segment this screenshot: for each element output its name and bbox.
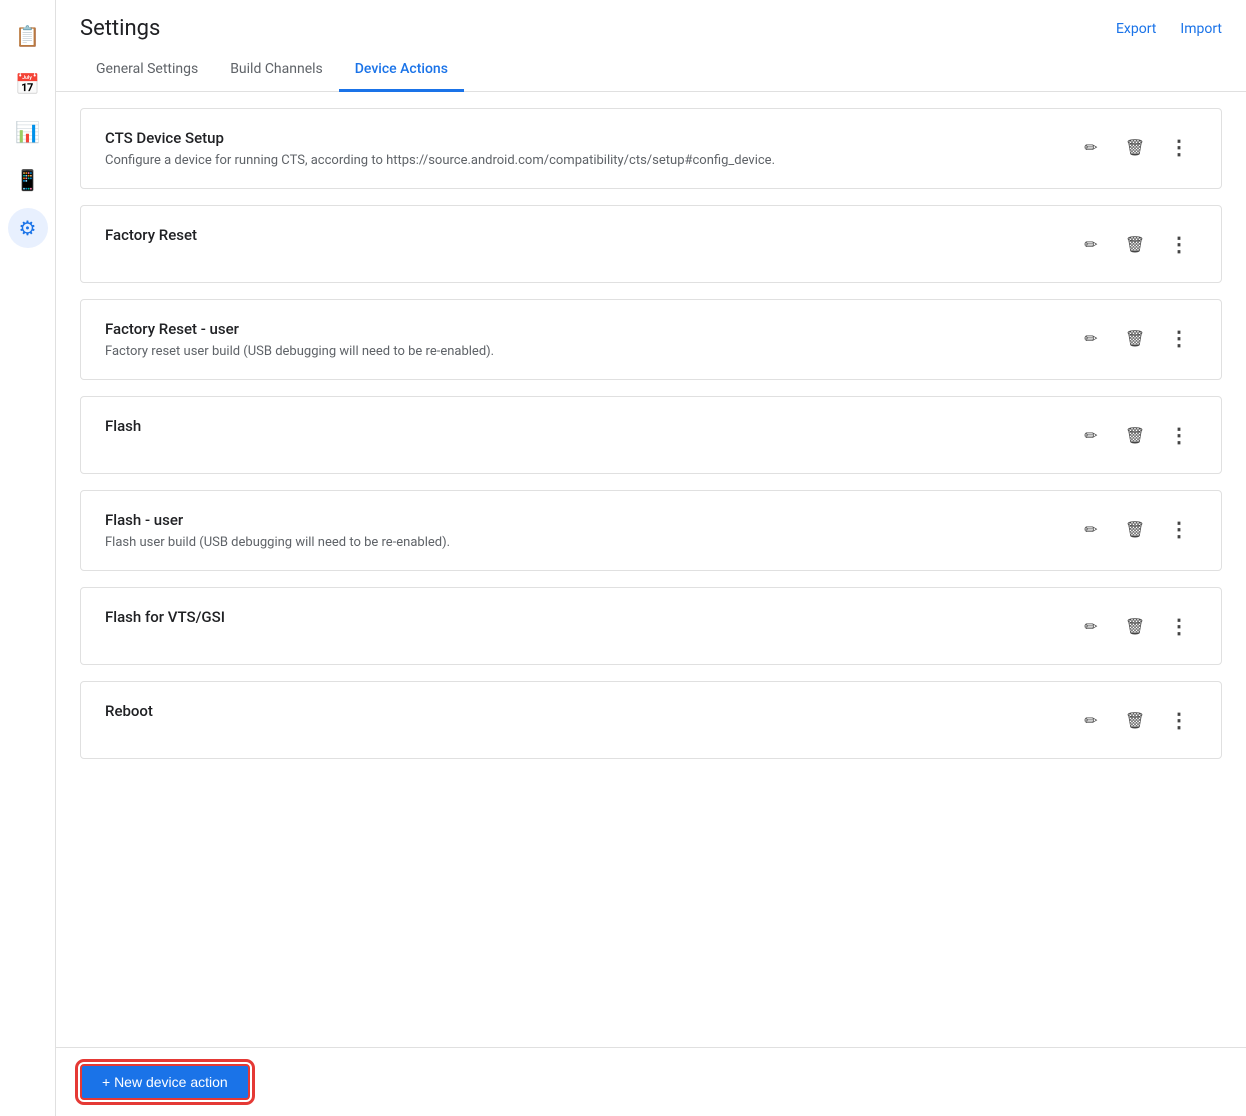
tab-build-channels[interactable]: Build Channels [214,49,339,92]
page-title: Settings [80,16,160,41]
action-controls [1073,417,1197,453]
more-button[interactable] [1161,511,1197,547]
action-card-body: Flash for VTS/GSI [105,608,1049,632]
sidebar-item-analytics[interactable]: 📊 [8,112,48,152]
action-card-body: Flash - user Flash user build (USB debug… [105,511,1049,550]
edit-button[interactable] [1073,417,1109,453]
analytics-icon: 📊 [15,120,40,144]
edit-button[interactable] [1073,226,1109,262]
header-actions: Export Import [1116,21,1222,37]
more-icon [1169,232,1189,257]
action-card-body: Reboot [105,702,1049,726]
pencil-icon [1084,519,1097,540]
sidebar: 📋 📅 📊 📱 ⚙ [0,0,56,1116]
delete-button[interactable] [1117,129,1153,165]
action-card-cts-device-setup: CTS Device Setup Configure a device for … [80,108,1222,189]
reports-icon: 📋 [15,24,40,48]
action-card-body: Flash [105,417,1049,441]
delete-button[interactable] [1117,417,1153,453]
pencil-icon [1084,234,1097,255]
pencil-icon [1084,710,1097,731]
edit-button[interactable] [1073,702,1109,738]
sidebar-item-settings[interactable]: ⚙ [8,208,48,248]
more-button[interactable] [1161,417,1197,453]
action-controls [1073,608,1197,644]
sidebar-item-calendar[interactable]: 📅 [8,64,48,104]
action-desc: Configure a device for running CTS, acco… [105,153,1049,168]
more-icon [1169,517,1189,542]
trash-icon [1125,328,1145,349]
action-desc: Flash user build (USB debugging will nee… [105,535,1049,550]
action-name: Flash [105,417,1049,435]
action-card-flash: Flash [80,396,1222,474]
pencil-icon [1084,616,1097,637]
action-name: Reboot [105,702,1049,720]
more-icon [1169,614,1189,639]
delete-button[interactable] [1117,320,1153,356]
edit-button[interactable] [1073,608,1109,644]
page-footer: + New device action [56,1047,1246,1116]
delete-button[interactable] [1117,702,1153,738]
edit-button[interactable] [1073,511,1109,547]
edit-button[interactable] [1073,320,1109,356]
pencil-icon [1084,425,1097,446]
more-button[interactable] [1161,129,1197,165]
action-desc: Factory reset user build (USB debugging … [105,344,1049,359]
trash-icon [1125,425,1145,446]
new-device-action-button[interactable]: + New device action [80,1064,250,1100]
action-controls [1073,511,1197,547]
action-card-body: Factory Reset [105,226,1049,250]
action-name: CTS Device Setup [105,129,1049,147]
trash-icon [1125,519,1145,540]
action-card-flash-user: Flash - user Flash user build (USB debug… [80,490,1222,571]
action-controls [1073,226,1197,262]
action-name: Flash - user [105,511,1049,529]
more-icon [1169,135,1189,160]
delete-button[interactable] [1117,608,1153,644]
action-controls [1073,702,1197,738]
more-icon [1169,708,1189,733]
main-content: Settings Export Import General Settings … [56,0,1246,1116]
sidebar-item-reports[interactable]: 📋 [8,16,48,56]
page-header: Settings Export Import [56,0,1246,41]
action-card-body: CTS Device Setup Configure a device for … [105,129,1049,168]
action-card-flash-vts-gsi: Flash for VTS/GSI [80,587,1222,665]
more-button[interactable] [1161,608,1197,644]
action-name: Factory Reset [105,226,1049,244]
action-card-body: Factory Reset - user Factory reset user … [105,320,1049,359]
action-controls [1073,129,1197,165]
import-link[interactable]: Import [1180,21,1222,37]
export-link[interactable]: Export [1116,21,1156,37]
action-controls [1073,320,1197,356]
pencil-icon [1084,137,1097,158]
tabs-bar: General Settings Build Channels Device A… [56,49,1246,92]
calendar-icon: 📅 [15,72,40,96]
action-name: Factory Reset - user [105,320,1049,338]
action-name: Flash for VTS/GSI [105,608,1049,626]
more-icon [1169,423,1189,448]
action-card-reboot: Reboot [80,681,1222,759]
pencil-icon [1084,328,1097,349]
sidebar-item-device[interactable]: 📱 [8,160,48,200]
tab-general-settings[interactable]: General Settings [80,49,214,92]
edit-button[interactable] [1073,129,1109,165]
settings-icon: ⚙ [19,216,37,240]
more-icon [1169,326,1189,351]
action-card-factory-reset: Factory Reset [80,205,1222,283]
action-card-factory-reset-user: Factory Reset - user Factory reset user … [80,299,1222,380]
more-button[interactable] [1161,702,1197,738]
delete-button[interactable] [1117,226,1153,262]
trash-icon [1125,616,1145,637]
device-icon: 📱 [15,168,40,192]
trash-icon [1125,710,1145,731]
more-button[interactable] [1161,320,1197,356]
tab-device-actions[interactable]: Device Actions [339,49,464,92]
more-button[interactable] [1161,226,1197,262]
content-area: CTS Device Setup Configure a device for … [56,92,1246,1047]
trash-icon [1125,234,1145,255]
delete-button[interactable] [1117,511,1153,547]
trash-icon [1125,137,1145,158]
